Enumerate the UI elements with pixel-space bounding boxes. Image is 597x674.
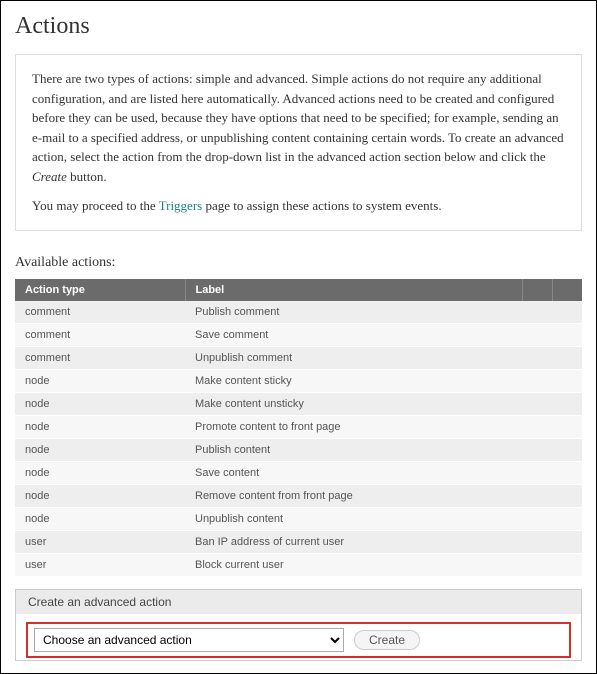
cell-label: Block current user xyxy=(185,553,522,576)
cell-label: Publish comment xyxy=(185,301,522,324)
cell-action-type: node xyxy=(15,484,185,507)
cell-action-type: node xyxy=(15,461,185,484)
advanced-action-header: Create an advanced action xyxy=(16,590,581,614)
cell-label: Unpublish comment xyxy=(185,346,522,369)
create-button[interactable]: Create xyxy=(354,630,420,650)
cell-label: Remove content from front page xyxy=(185,484,522,507)
table-row: nodeSave content xyxy=(15,461,582,484)
table-row: nodePublish content xyxy=(15,438,582,461)
cell-blank xyxy=(552,553,582,576)
cell-blank xyxy=(522,346,552,369)
cell-blank xyxy=(552,507,582,530)
cell-action-type: node xyxy=(15,392,185,415)
cell-blank xyxy=(552,530,582,553)
cell-blank xyxy=(522,392,552,415)
cell-blank xyxy=(552,369,582,392)
cell-action-type: node xyxy=(15,438,185,461)
cell-label: Save comment xyxy=(185,323,522,346)
available-actions-label: Available actions: xyxy=(15,255,582,271)
cell-blank xyxy=(552,438,582,461)
cell-blank xyxy=(552,392,582,415)
actions-table: Action type Label commentPublish comment… xyxy=(15,279,582,577)
cell-blank xyxy=(522,369,552,392)
cell-blank xyxy=(552,301,582,324)
cell-label: Make content unsticky xyxy=(185,392,522,415)
cell-action-type: user xyxy=(15,530,185,553)
cell-blank xyxy=(552,461,582,484)
cell-action-type: node xyxy=(15,507,185,530)
cell-label: Ban IP address of current user xyxy=(185,530,522,553)
cell-blank xyxy=(552,323,582,346)
cell-blank xyxy=(522,507,552,530)
page-title: Actions xyxy=(15,13,582,40)
table-row: commentPublish comment xyxy=(15,301,582,324)
header-action-type: Action type xyxy=(15,279,185,301)
cell-label: Unpublish content xyxy=(185,507,522,530)
cell-blank xyxy=(522,301,552,324)
info-paragraph-2: You may proceed to the Triggers page to … xyxy=(32,196,565,216)
advanced-action-select[interactable]: Choose an advanced action xyxy=(34,628,344,652)
cell-action-type: comment xyxy=(15,346,185,369)
table-row: nodeUnpublish content xyxy=(15,507,582,530)
triggers-link[interactable]: Triggers xyxy=(159,198,203,213)
cell-blank xyxy=(522,438,552,461)
cell-action-type: node xyxy=(15,415,185,438)
cell-blank xyxy=(552,484,582,507)
cell-action-type: comment xyxy=(15,323,185,346)
cell-label: Make content sticky xyxy=(185,369,522,392)
cell-action-type: node xyxy=(15,369,185,392)
cell-blank xyxy=(522,484,552,507)
cell-blank xyxy=(522,530,552,553)
header-label: Label xyxy=(185,279,522,301)
cell-label: Publish content xyxy=(185,438,522,461)
cell-blank xyxy=(552,415,582,438)
cell-action-type: comment xyxy=(15,301,185,324)
header-blank-2 xyxy=(552,279,582,301)
cell-action-type: user xyxy=(15,553,185,576)
table-row: commentUnpublish comment xyxy=(15,346,582,369)
cell-label: Promote content to front page xyxy=(185,415,522,438)
table-row: nodeRemove content from front page xyxy=(15,484,582,507)
cell-blank xyxy=(522,323,552,346)
advanced-action-highlight: Choose an advanced action Create xyxy=(26,622,571,658)
cell-blank xyxy=(522,415,552,438)
header-blank-1 xyxy=(522,279,552,301)
cell-blank xyxy=(522,461,552,484)
table-row: userBlock current user xyxy=(15,553,582,576)
info-box: There are two types of actions: simple a… xyxy=(15,54,582,231)
table-row: nodeMake content sticky xyxy=(15,369,582,392)
cell-blank xyxy=(552,346,582,369)
table-row: userBan IP address of current user xyxy=(15,530,582,553)
table-row: nodeMake content unsticky xyxy=(15,392,582,415)
table-row: nodePromote content to front page xyxy=(15,415,582,438)
cell-blank xyxy=(522,553,552,576)
cell-label: Save content xyxy=(185,461,522,484)
table-row: commentSave comment xyxy=(15,323,582,346)
info-paragraph-1: There are two types of actions: simple a… xyxy=(32,69,565,186)
advanced-action-box: Create an advanced action Choose an adva… xyxy=(15,589,582,661)
